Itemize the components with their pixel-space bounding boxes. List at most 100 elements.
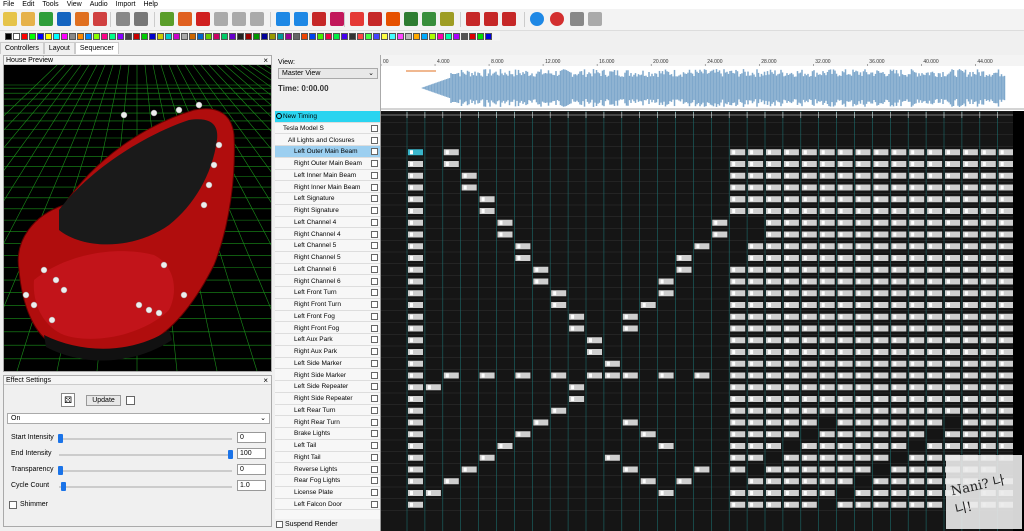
- menu-import[interactable]: Import: [116, 0, 136, 9]
- param-value-input[interactable]: 0: [237, 464, 266, 475]
- color-swatch[interactable]: [125, 32, 132, 40]
- color-swatch[interactable]: [365, 32, 372, 40]
- color-swatch[interactable]: [109, 32, 116, 40]
- color-swatch[interactable]: [269, 32, 276, 40]
- color-swatch[interactable]: [373, 32, 380, 40]
- skip-back-icon[interactable]: [214, 12, 228, 26]
- color-swatch[interactable]: [21, 32, 28, 40]
- brush-icon[interactable]: [440, 12, 454, 26]
- expand-icon[interactable]: [276, 113, 282, 119]
- tree-row-checkbox[interactable]: [371, 160, 378, 167]
- color-swatch[interactable]: [253, 32, 260, 40]
- update-checkbox[interactable]: [126, 396, 135, 405]
- menu-view[interactable]: View: [67, 0, 82, 9]
- warning-icon[interactable]: [350, 12, 364, 26]
- palette-icon[interactable]: [93, 12, 107, 26]
- tree-row[interactable]: All Lights and Closures: [275, 135, 380, 147]
- color-swatch[interactable]: [437, 32, 444, 40]
- tree-row-checkbox[interactable]: [371, 489, 378, 496]
- menu-help[interactable]: Help: [143, 0, 157, 9]
- tree-row[interactable]: Right Inner Main Beam: [275, 182, 380, 194]
- color-swatch[interactable]: [133, 32, 140, 40]
- shimmer-checkbox[interactable]: [9, 501, 17, 509]
- param-slider[interactable]: [59, 454, 232, 456]
- tree-row-checkbox[interactable]: [371, 254, 378, 261]
- param-value-input[interactable]: 1.0: [237, 480, 266, 491]
- color-swatch[interactable]: [453, 32, 460, 40]
- preview-canvas[interactable]: [4, 65, 271, 371]
- slider-thumb[interactable]: [58, 466, 63, 475]
- tree-row-checkbox[interactable]: [371, 395, 378, 402]
- tree-row[interactable]: Left Channel 4: [275, 217, 380, 229]
- tree-row[interactable]: Left Front Turn: [275, 287, 380, 299]
- color-swatch[interactable]: [69, 32, 76, 40]
- color-swatch[interactable]: [45, 32, 52, 40]
- tree-row-checkbox[interactable]: [371, 312, 378, 320]
- tree-row[interactable]: Right Channel 5: [275, 252, 380, 264]
- color-swatch[interactable]: [237, 32, 244, 40]
- tree-row[interactable]: License Plate: [275, 487, 380, 499]
- color-swatch[interactable]: [429, 32, 436, 40]
- color-swatch[interactable]: [189, 32, 196, 40]
- param-slider[interactable]: [59, 470, 232, 472]
- tree-row-checkbox[interactable]: [371, 148, 378, 156]
- camera-icon[interactable]: [116, 12, 130, 26]
- color-swatch[interactable]: [101, 32, 108, 40]
- tree-row[interactable]: Left Side Marker: [275, 358, 380, 370]
- tree-row-checkbox[interactable]: [371, 207, 378, 214]
- tree-row-checkbox[interactable]: [371, 348, 378, 355]
- color-swatch[interactable]: [389, 32, 396, 40]
- color-swatch[interactable]: [181, 32, 188, 40]
- tree-row-checkbox[interactable]: [371, 301, 378, 308]
- color-swatch[interactable]: [165, 32, 172, 40]
- gear-icon[interactable]: [422, 12, 436, 26]
- skip-forward-icon[interactable]: [232, 12, 246, 26]
- tree-row[interactable]: Right Channel 4: [275, 229, 380, 241]
- sequence-grid[interactable]: [381, 111, 1024, 531]
- tree-row[interactable]: Left Signature: [275, 193, 380, 205]
- param-slider[interactable]: [59, 438, 232, 440]
- home-icon[interactable]: [368, 12, 382, 26]
- color-swatch[interactable]: [477, 32, 484, 40]
- tree-row-checkbox[interactable]: [371, 477, 378, 485]
- tree-row-checkbox[interactable]: [371, 124, 378, 132]
- tree-row[interactable]: Right Tail: [275, 452, 380, 464]
- tree-row-checkbox[interactable]: [371, 500, 378, 508]
- color-swatch[interactable]: [341, 32, 348, 40]
- close-icon[interactable]: ×: [263, 376, 268, 385]
- bulb-icon[interactable]: [570, 12, 584, 26]
- save-icon[interactable]: [57, 12, 71, 26]
- color-swatch[interactable]: [469, 32, 476, 40]
- tree-row-checkbox[interactable]: [371, 371, 378, 379]
- color-swatch[interactable]: [117, 32, 124, 40]
- tools-icon[interactable]: [276, 12, 290, 26]
- color-swatch[interactable]: [229, 32, 236, 40]
- tree-row-checkbox[interactable]: [371, 430, 378, 438]
- tree-row[interactable]: Left Inner Main Beam: [275, 170, 380, 182]
- color-swatch[interactable]: [405, 32, 412, 40]
- color-swatch[interactable]: [53, 32, 60, 40]
- stop-icon[interactable]: [196, 12, 210, 26]
- color-swatch[interactable]: [413, 32, 420, 40]
- color-swatch[interactable]: [349, 32, 356, 40]
- color-swatch[interactable]: [397, 32, 404, 40]
- close-icon[interactable]: ×: [263, 56, 268, 65]
- tree-row[interactable]: Tesla Model S: [275, 123, 380, 135]
- tree-row[interactable]: Right Channel 6: [275, 276, 380, 288]
- effect-type-select[interactable]: On ⌄: [7, 413, 270, 424]
- tree-row[interactable]: Left Rear Turn: [275, 405, 380, 417]
- cut-icon[interactable]: [386, 12, 400, 26]
- tree-row[interactable]: Rear Fog Lights: [275, 475, 380, 487]
- tree-row-checkbox[interactable]: [371, 183, 378, 191]
- color-swatch[interactable]: [277, 32, 284, 40]
- tree-row[interactable]: Right Rear Turn: [275, 417, 380, 429]
- loop-icon[interactable]: [250, 12, 264, 26]
- color-swatch[interactable]: [37, 32, 44, 40]
- tree-row[interactable]: Right Front Fog: [275, 323, 380, 335]
- color-swatch[interactable]: [13, 32, 20, 40]
- tree-row-checkbox[interactable]: [371, 336, 378, 344]
- tree-row[interactable]: Brake Lights: [275, 428, 380, 440]
- color-swatch[interactable]: [149, 32, 156, 40]
- slider-thumb[interactable]: [58, 434, 63, 443]
- color-swatch[interactable]: [421, 32, 428, 40]
